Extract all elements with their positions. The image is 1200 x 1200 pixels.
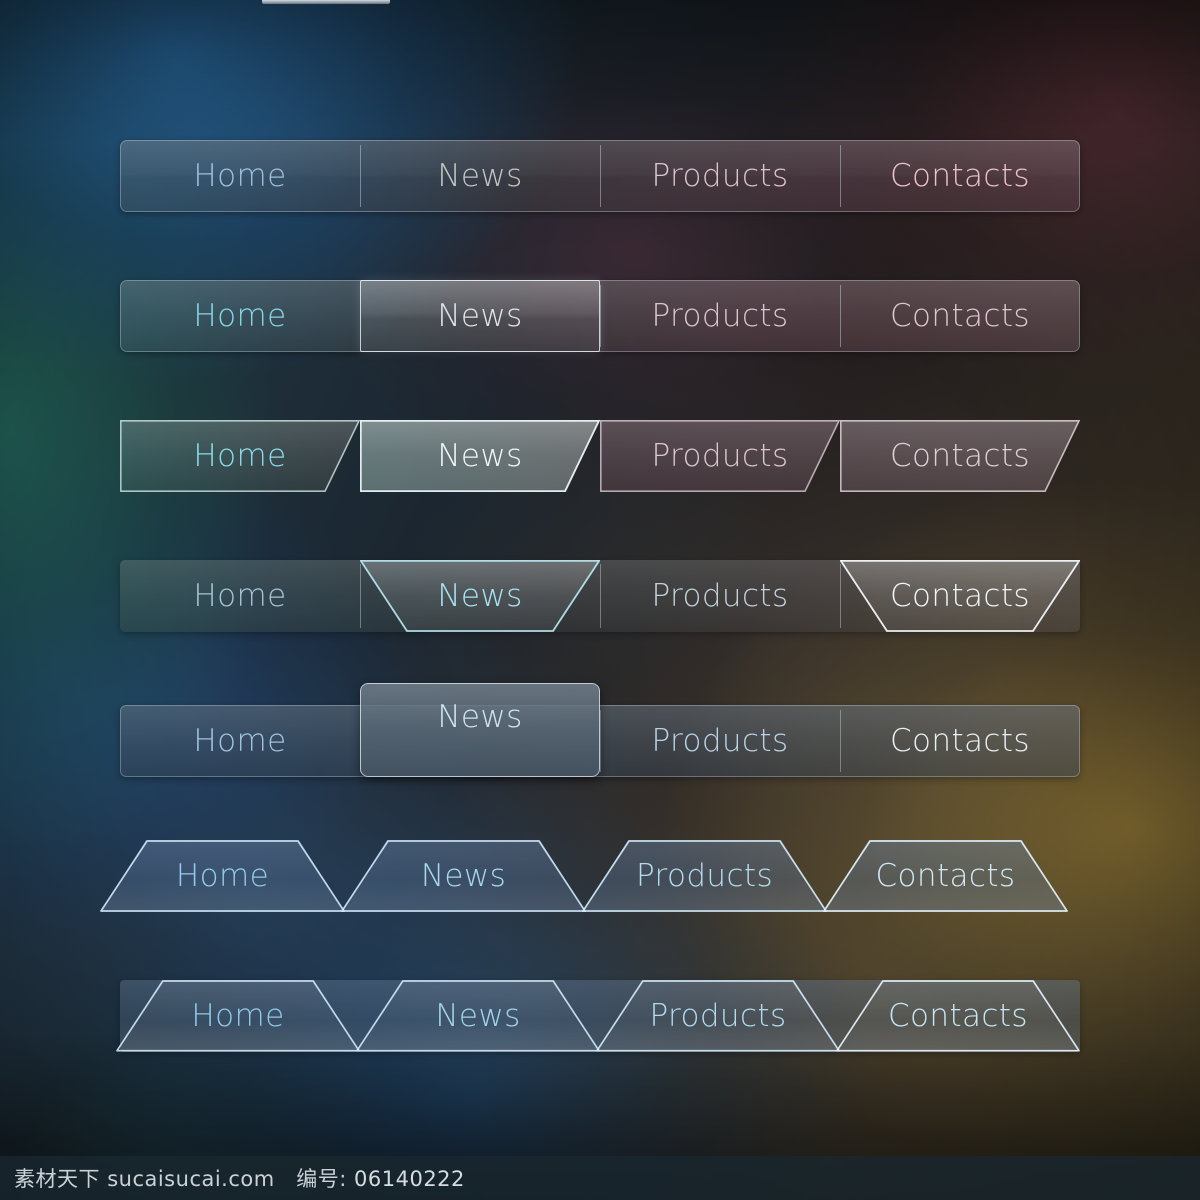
nav-label-contacts: Contacts xyxy=(890,578,1030,614)
nav-label-contacts: Contacts xyxy=(888,998,1028,1034)
nav-item-products[interactable]: Products xyxy=(600,140,840,212)
nav-label-products: Products xyxy=(651,578,789,614)
nav-label-home: Home xyxy=(193,578,287,614)
navbar-flat-glass: Home News Products Contacts xyxy=(120,140,1080,212)
footer-domain: sucaisucai.com xyxy=(107,1167,275,1191)
nav-item-news[interactable]: News xyxy=(356,980,600,1052)
nav-item-home[interactable]: Home xyxy=(120,560,360,632)
nav-label-home: Home xyxy=(193,158,287,194)
footer-site-name: 素材天下 xyxy=(14,1167,100,1191)
nav-item-contacts[interactable]: Contacts xyxy=(840,420,1080,492)
footer-watermark-bar: 素材天下 sucaisucai.com 编号: 06140222 xyxy=(0,1156,1200,1200)
nav-label-products: Products xyxy=(651,298,789,334)
nav-item-news[interactable]: News xyxy=(341,840,586,912)
nav-item-products[interactable]: Products xyxy=(600,705,840,777)
nav-item-products[interactable]: Products xyxy=(596,980,840,1052)
nav-label-products: Products xyxy=(649,998,787,1034)
nav-item-news-active[interactable]: News xyxy=(360,420,600,492)
nav-label-contacts: Contacts xyxy=(890,298,1030,334)
nav-label-home: Home xyxy=(193,723,287,759)
nav-label-contacts: Contacts xyxy=(875,858,1016,894)
nav-item-products[interactable]: Products xyxy=(600,560,840,632)
nav-item-home[interactable]: Home xyxy=(120,140,360,212)
footer-code-value: 06140222 xyxy=(354,1167,465,1191)
nav-item-news[interactable]: News xyxy=(360,140,600,212)
nav-label-news: News xyxy=(437,699,523,735)
nav-label-news: News xyxy=(437,438,523,474)
nav-item-contacts[interactable]: Contacts xyxy=(836,980,1080,1052)
nav-label-products: Products xyxy=(651,438,789,474)
nav-item-home[interactable]: Home xyxy=(100,840,345,912)
nav-item-home[interactable]: Home xyxy=(120,705,360,777)
nav-label-home: Home xyxy=(193,298,287,334)
nav-item-news-active[interactable]: News xyxy=(360,560,600,632)
nav-item-contacts[interactable]: Contacts xyxy=(840,705,1080,777)
nav-item-products[interactable]: Products xyxy=(600,420,840,492)
nav-item-news-active[interactable]: News xyxy=(360,280,600,352)
navbar-outlined-trapezoids: Home News Products Contacts xyxy=(100,840,1080,912)
screenshot-canvas: Home News Products Contacts Home News Pr… xyxy=(0,0,1200,1200)
nav-label-contacts: Contacts xyxy=(890,723,1030,759)
nav-item-home[interactable]: Home xyxy=(116,980,360,1052)
nav-label-news: News xyxy=(437,298,523,334)
navbar-inverted-trapezoid-outline: Home News Products Contacts xyxy=(120,560,1080,632)
nav-item-products[interactable]: Products xyxy=(600,280,840,352)
nav-label-products: Products xyxy=(651,723,789,759)
nav-label-products: Products xyxy=(651,158,789,194)
nav-item-contacts[interactable]: Contacts xyxy=(840,280,1080,352)
nav-label-contacts: Contacts xyxy=(890,438,1030,474)
nav-label-home: Home xyxy=(191,998,285,1034)
nav-item-home[interactable]: Home xyxy=(120,280,360,352)
nav-label-news: News xyxy=(437,158,523,194)
nav-label-news: News xyxy=(437,578,523,614)
navbar-bar-outlined-trapezoids: Home News Products Contacts xyxy=(120,980,1080,1052)
nav-label-news: News xyxy=(420,858,507,894)
nav-label-home: Home xyxy=(175,858,270,894)
navbar-raised-active-tab: Home Products Contacts News xyxy=(120,699,1080,777)
footer-watermark-text: 素材天下 sucaisucai.com 编号: 06140222 xyxy=(14,1163,465,1193)
top-cropped-element xyxy=(262,0,390,4)
nav-item-contacts-active[interactable]: Contacts xyxy=(840,560,1080,632)
navbar-slanted-tabs: Home News Products Contacts xyxy=(120,420,1080,492)
nav-label-home: Home xyxy=(193,438,287,474)
nav-item-contacts[interactable]: Contacts xyxy=(840,140,1080,212)
nav-item-news-active[interactable]: News xyxy=(360,683,600,777)
nav-label-contacts: Contacts xyxy=(890,158,1030,194)
nav-label-news: News xyxy=(435,998,521,1034)
footer-code-label: 编号: xyxy=(296,1167,347,1191)
nav-label-products: Products xyxy=(635,858,774,894)
navbar-flat-glass-selected: Home News Products Contacts xyxy=(120,280,1080,352)
nav-item-contacts[interactable]: Contacts xyxy=(823,840,1068,912)
nav-item-home[interactable]: Home xyxy=(120,420,360,492)
nav-item-products[interactable]: Products xyxy=(582,840,827,912)
